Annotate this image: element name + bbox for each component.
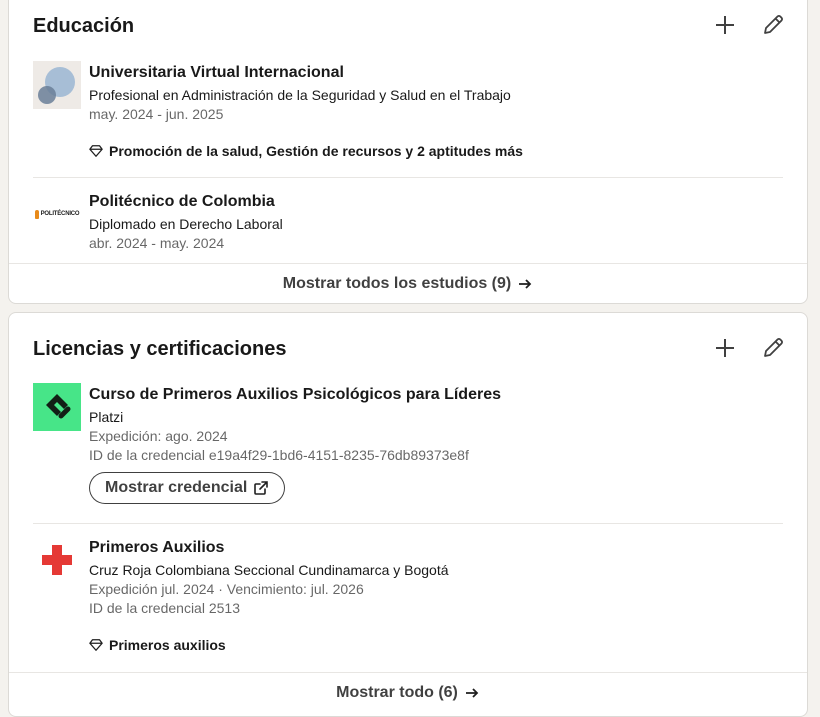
- platzi-logo-icon: [46, 394, 71, 419]
- pencil-icon: [764, 338, 783, 357]
- education-section: Educación Universitaria Virtual Internac…: [8, 0, 808, 304]
- issue-date: Expedición jul. 2024 · Vencimiento: jul.…: [89, 581, 364, 597]
- plus-icon: [716, 339, 734, 357]
- issuer: Cruz Roja Colombiana Seccional Cundinama…: [89, 562, 449, 578]
- skills-text: Promoción de la salud, Gestión de recurs…: [109, 143, 523, 159]
- licenses-section: Licencias y certificaciones Curso de Pri…: [8, 312, 808, 717]
- show-all-education-button[interactable]: Mostrar todos los estudios (9): [9, 264, 807, 304]
- credential-id: ID de la credencial 2513: [89, 600, 240, 616]
- school-logo[interactable]: [33, 61, 81, 109]
- arrow-right-icon: [519, 279, 532, 289]
- skills-line[interactable]: Promoción de la salud, Gestión de recurs…: [89, 143, 523, 159]
- credential-id: ID de la credencial e19a4f29-1bd6-4151-8…: [89, 447, 469, 463]
- school-logo[interactable]: POLITÉCNICO: [33, 190, 81, 238]
- diamond-icon: [89, 639, 103, 651]
- school-name[interactable]: Politécnico de Colombia: [89, 193, 275, 211]
- divider: [33, 523, 783, 524]
- certification-name[interactable]: Curso de Primeros Auxilios Psicológicos …: [89, 386, 501, 404]
- edit-education-button[interactable]: [757, 9, 789, 41]
- arrow-right-icon: [465, 688, 479, 698]
- plus-icon: [716, 16, 734, 34]
- section-title: Educación: [33, 15, 135, 37]
- issuer-logo[interactable]: [33, 536, 81, 584]
- add-license-button[interactable]: [709, 332, 741, 364]
- skills-line[interactable]: Primeros auxilios: [89, 637, 226, 653]
- school-name[interactable]: Universitaria Virtual Internacional: [89, 64, 344, 82]
- show-credential-button[interactable]: Mostrar credencial: [89, 472, 286, 504]
- show-all-licenses-button[interactable]: Mostrar todo (6): [9, 673, 807, 713]
- section-title: Licencias y certificaciones: [33, 338, 287, 360]
- pencil-icon: [764, 15, 783, 34]
- politecnico-logo-icon: POLITÉCNICO: [34, 209, 80, 219]
- external-link-icon: [254, 481, 269, 495]
- degree: Diplomado en Derecho Laboral: [89, 216, 283, 232]
- issue-date: Expedición: ago. 2024: [89, 428, 228, 444]
- university-logo-icon: [38, 67, 75, 104]
- dates: may. 2024 - jun. 2025: [89, 106, 224, 122]
- dates: abr. 2024 - may. 2024: [89, 235, 225, 251]
- divider: [33, 177, 783, 178]
- diamond-icon: [89, 145, 103, 157]
- issuer-logo[interactable]: [33, 383, 81, 431]
- red-cross-icon: [42, 545, 72, 575]
- degree: Profesional en Administración de la Segu…: [89, 87, 511, 103]
- certification-name[interactable]: Primeros Auxilios: [89, 539, 224, 557]
- issuer: Platzi: [89, 409, 124, 425]
- add-education-button[interactable]: [709, 9, 741, 41]
- skills-text: Primeros auxilios: [109, 637, 226, 653]
- edit-license-button[interactable]: [757, 332, 789, 364]
